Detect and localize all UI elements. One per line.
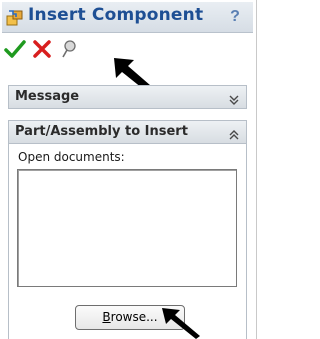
- panel-title-bar: Insert Component ?: [2, 2, 253, 33]
- pointer-arrow-icon: [162, 308, 200, 339]
- pushpin-icon: [62, 40, 76, 58]
- double-chevron-down-icon: [228, 91, 240, 105]
- browse-label: rowse...: [110, 310, 158, 324]
- browse-mnemonic: B: [102, 310, 111, 324]
- double-chevron-up-icon: [228, 126, 240, 140]
- message-section-title: Message: [15, 89, 80, 104]
- green-check-icon: [4, 40, 26, 58]
- cancel-button[interactable]: [31, 38, 55, 62]
- panel-title: Insert Component: [28, 5, 204, 25]
- open-documents-list[interactable]: [17, 169, 237, 287]
- ok-button[interactable]: [4, 38, 28, 62]
- part-assembly-section-title: Part/Assembly to Insert: [15, 124, 188, 139]
- message-section-header[interactable]: Message: [8, 85, 247, 109]
- insert-component-panel: Insert Component ? Message Part/Assembly…: [0, 0, 257, 339]
- keep-visible-button[interactable]: [59, 38, 83, 62]
- part-assembly-section-header[interactable]: Part/Assembly to Insert: [8, 120, 247, 144]
- open-documents-label: Open documents:: [18, 150, 125, 164]
- insert-component-icon: [6, 9, 24, 27]
- help-button[interactable]: ?: [227, 6, 243, 28]
- red-x-icon: [33, 40, 51, 58]
